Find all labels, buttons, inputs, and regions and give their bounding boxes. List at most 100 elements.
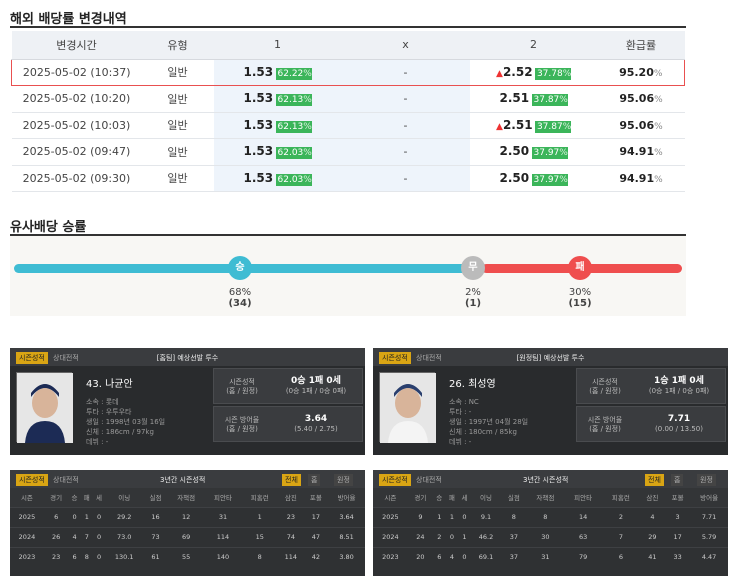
season-record-box: 시즌성적 (홈 / 원정) 0승 1패 0세 (0승 1패 / 0승 0패)	[213, 368, 363, 404]
stats-cell: 6	[43, 506, 69, 527]
odds-home-pct: 62.03%	[275, 173, 312, 186]
stats-cell: 26	[43, 526, 69, 547]
stats-tab-head-to-head[interactable]: 상대전적	[50, 474, 82, 486]
stats-col-header: 방어율	[690, 488, 728, 507]
stats-cell: 29	[639, 526, 665, 547]
stats-filter-0[interactable]: 전체	[645, 474, 664, 486]
odds-home-value: 1.53	[243, 170, 274, 185]
lose-marker: 패	[568, 256, 592, 280]
pitcher-info-line: 소속 : 롯데	[86, 398, 119, 406]
stats-cell: 23	[278, 506, 304, 527]
draw-pct: 2%	[465, 287, 481, 298]
stats-col-header: 실점	[143, 488, 168, 507]
stats-filter-1[interactable]: 홈	[671, 474, 684, 486]
pitcher-photo	[16, 372, 73, 443]
pitcher-panel-header: 시즌성적 상대전적 [홈팀] 예상선발 투수	[10, 348, 365, 366]
stats-col-header: 경기	[43, 488, 69, 507]
stats-filter-0[interactable]: 전체	[282, 474, 301, 486]
odds-type: 일반	[141, 165, 214, 192]
odds-away-value: 2.51	[499, 91, 530, 106]
col-header-2: 2	[469, 31, 598, 60]
stats-filter-1[interactable]: 홈	[308, 474, 321, 486]
stats-cell: 17	[664, 526, 691, 547]
stats-cell: 6	[433, 546, 446, 567]
odds-type: 일반	[141, 85, 214, 113]
stats-col-header: 경기	[407, 488, 433, 507]
stats-col-header: 피홈런	[241, 488, 279, 507]
stats-tab-head-to-head[interactable]: 상대전적	[413, 474, 445, 486]
stats-cell: 69	[167, 526, 205, 547]
pitcher-info-line: 데뷔 : -	[449, 438, 472, 446]
odds-home-value: 1.53	[243, 144, 274, 159]
stats-cell: 4	[445, 546, 459, 567]
odds-row: 2025-05-02 (10:20) 일반 1.53 62.13% -2.51 37.87…	[11, 85, 685, 113]
odds-refund-value: 94.91	[619, 145, 655, 159]
pitcher-panel-body: 43. 나균안 소속 : 롯데 투타 : 우투우타 생일 : 1998년 03월 16…	[10, 366, 365, 455]
stats-cell: 3	[664, 506, 691, 527]
stats-row: 2023 23 6 8 0 130.1 61 55 140 8 114 42 3.80	[10, 546, 365, 567]
stats-cell: 6	[68, 546, 81, 567]
odds-home-pct-unit: %	[303, 174, 312, 185]
stats-cell: 2025	[10, 506, 44, 527]
season-era-label-2: (홈 / 원정)	[226, 425, 258, 433]
stats-cell: 8	[526, 506, 565, 527]
stats-cell: 37	[501, 546, 527, 567]
odds-away-cell: 2.50 37.97%	[469, 138, 598, 166]
stats-cell: 1	[445, 506, 459, 527]
stats-col-header: 방어율	[328, 488, 365, 507]
odds-refund-unit: %	[654, 121, 663, 132]
away-pitcher-stats-panel: 시즌성적 상대전적 3년간 시즌성적 전체 홈 원정 시즌 경기 승 패 세 이닝 실점 자책점 피안타 피홈…	[373, 470, 728, 576]
stats-cell: 7	[80, 526, 93, 547]
stats-col-header: 승	[68, 488, 81, 507]
stats-row: 2023 20 6 4 0 69.1 37 31 79 6 41 33 4.47	[373, 546, 728, 567]
season-era-value: 7.71 (0.00 / 13.50)	[633, 407, 725, 441]
pitcher-info-line: 신체 : 180cm / 85kg	[449, 428, 517, 436]
odds-row: 2025-05-02 (09:47) 일반 1.53 62.03% -2.50 37.97…	[11, 138, 685, 166]
odds-away-value: 2.51	[502, 117, 533, 132]
season-era-sub: (0.00 / 13.50)	[655, 425, 703, 433]
odds-refund-cell: 94.91%	[597, 165, 685, 192]
odds-row: 2025-05-02 (10:03) 일반 1.53 62.13% - ▲2.51 37.8…	[11, 112, 685, 139]
stats-tab-season[interactable]: 시즌성적	[379, 474, 411, 486]
stats-cell: 8.51	[328, 526, 365, 547]
col-header-1: 1	[213, 31, 342, 60]
draw-marker: 무	[461, 256, 485, 280]
odds-home-pct: 62.22%	[275, 67, 312, 80]
draw-pct-label: 2% (1)	[453, 287, 493, 309]
odds-away-value: 2.50	[499, 144, 530, 159]
odds-draw-cell: -	[341, 85, 470, 113]
pitcher-name: 26. 최성영	[449, 379, 496, 390]
odds-home-pct-value: 62.13	[277, 121, 304, 132]
odds-away-pct: 37.97%	[531, 147, 568, 160]
season-record-label-2: (홈 / 원정)	[226, 387, 258, 395]
stats-cell: 0	[68, 506, 81, 527]
stats-col-header: 시즌	[373, 488, 408, 507]
stats-col-header: 삼진	[278, 488, 304, 507]
odds-away-pct-value: 37.78	[536, 68, 563, 79]
odds-refund-cell: 95.20%	[597, 58, 685, 86]
stats-cell: 3.80	[328, 546, 365, 567]
stats-filter-2[interactable]: 원정	[697, 474, 716, 486]
season-era-sub: (5.40 / 2.75)	[294, 425, 338, 433]
stats-tab-season[interactable]: 시즌성적	[16, 474, 48, 486]
odds-home-pct: 62.03%	[275, 147, 312, 160]
season-record-label-2: (홈 / 원정)	[589, 387, 621, 395]
odds-draw-cell: -	[341, 58, 470, 86]
col-header-time: 변경시간	[11, 31, 142, 60]
stats-col-header: 자책점	[526, 488, 565, 507]
stats-filter-2[interactable]: 원정	[334, 474, 353, 486]
stats-cell: 16	[143, 506, 168, 527]
stats-panel-title: 3년간 시즌성적	[160, 476, 206, 484]
stats-cell: 5.79	[690, 526, 728, 547]
stats-cell: 140	[204, 546, 242, 567]
odds-home-pct: 62.13%	[275, 94, 312, 107]
stats-cell: 7.71	[690, 506, 728, 527]
season-record-main: 0승 1패 0세	[291, 376, 341, 386]
odds-refund-value: 95.06	[619, 92, 655, 106]
season-record-label: 시즌성적 (홈 / 원정)	[214, 369, 270, 403]
stats-header-row: 시즌 경기 승 패 세 이닝 실점 자책점 피안타 피홈런 삼진 포볼 방어율	[10, 488, 365, 507]
odds-away-pct: 37.87%	[531, 94, 568, 107]
odds-away-pct: 37.78%	[534, 67, 571, 80]
odds-away-pct-value: 37.87	[533, 95, 560, 106]
season-era-label: 시즌 방어율 (홈 / 원정)	[577, 407, 633, 441]
